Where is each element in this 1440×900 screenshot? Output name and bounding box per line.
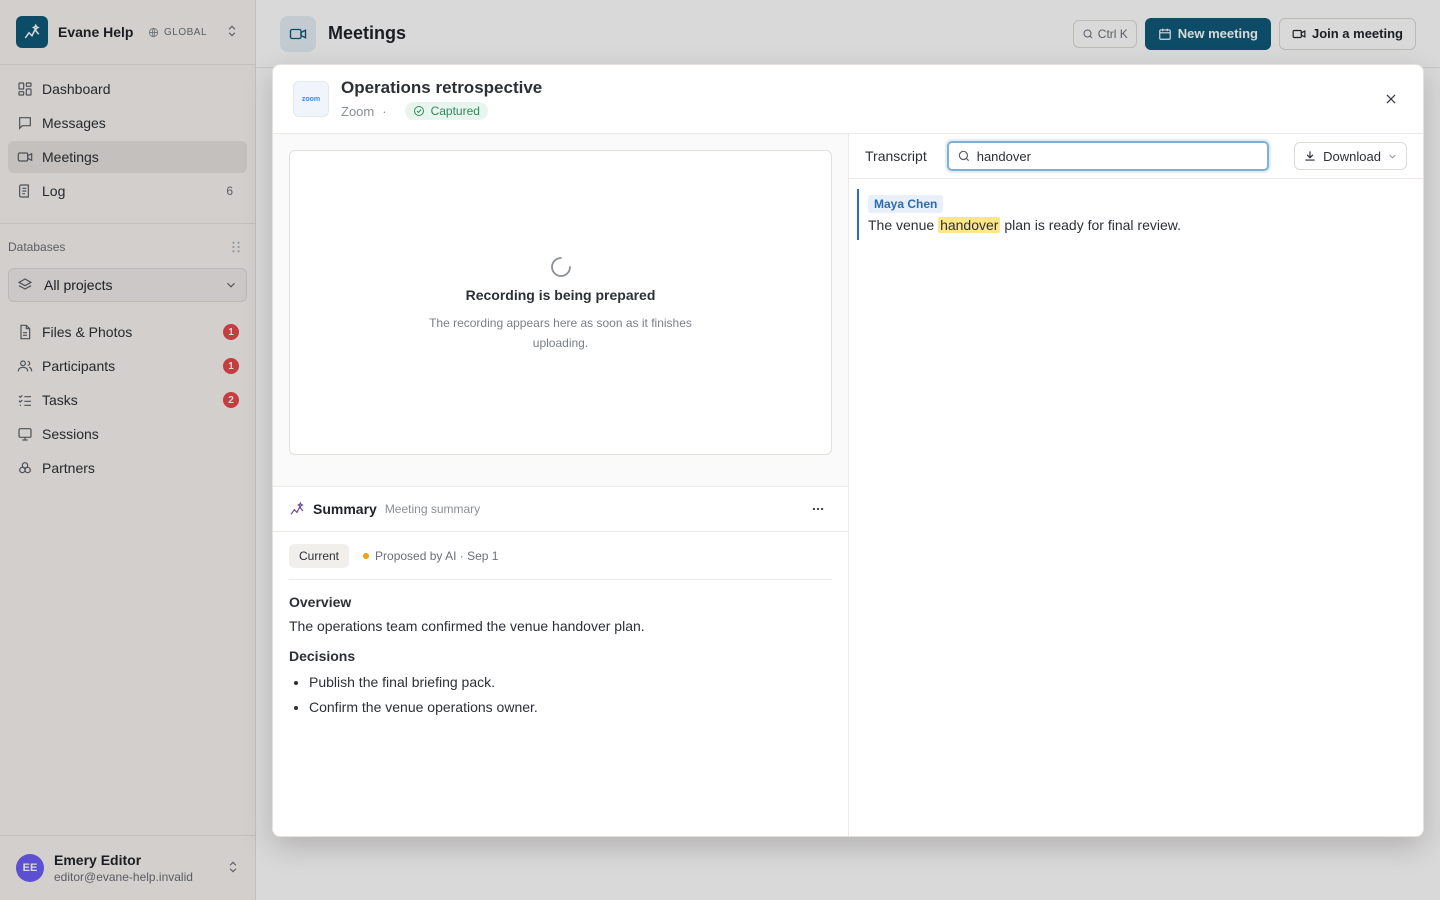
segment-text-before: The venue — [868, 217, 935, 233]
recording-title: Recording is being prepared — [465, 287, 656, 303]
dialog-title-group: Operations retrospective Zoom · Captured — [341, 78, 542, 120]
dialog-subtitle: Zoom · Captured — [341, 102, 542, 120]
dialog-header: zoom Operations retrospective Zoom · Cap… — [273, 65, 1423, 134]
search-icon — [958, 150, 969, 162]
provider-name: Zoom — [341, 103, 375, 119]
zoom-logo: zoom — [293, 81, 329, 117]
transcript-title: Transcript — [865, 148, 927, 164]
chevron-down-icon — [1389, 154, 1396, 159]
download-label: Download — [1323, 148, 1381, 164]
decisions-heading: Decisions — [289, 648, 356, 664]
segment-text-after: plan is ready for final review. — [1004, 217, 1181, 233]
transcript-panel: Transcript Download Maya Chen The venue … — [849, 134, 1423, 836]
close-icon[interactable] — [1379, 87, 1403, 111]
segment-text: The venue handover plan is ready for fin… — [868, 217, 1405, 233]
list-item: Confirm the venue operations owner. — [309, 695, 832, 720]
more-horizontal-icon[interactable] — [804, 502, 832, 516]
separator: · — [382, 103, 387, 119]
decisions-list: Publish the final briefing pack. Confirm… — [289, 670, 832, 720]
download-icon — [1305, 151, 1315, 161]
recording-placeholder: Recording is being prepared The recordin… — [289, 150, 832, 455]
recording-section: Recording is being prepared The recordin… — [273, 134, 848, 487]
search-highlight: handover — [938, 217, 1001, 233]
pending-dot-icon — [363, 553, 370, 559]
download-button[interactable]: Download — [1294, 142, 1407, 170]
transcript-segment[interactable]: Maya Chen The venue handover plan is rea… — [857, 189, 1415, 240]
check-circle-icon — [413, 106, 424, 116]
version-row: Current Proposed by AI · Sep 1 — [289, 544, 832, 580]
current-version-tab[interactable]: Current — [289, 544, 350, 568]
sparkle-icon — [290, 501, 304, 515]
summary-tag: Meeting summary — [384, 502, 481, 516]
dialog-body: Recording is being prepared The recordin… — [273, 134, 1423, 836]
meeting-detail-dialog: zoom Operations retrospective Zoom · Cap… — [272, 64, 1424, 837]
recording-description: The recording appears here as soon as it… — [429, 316, 692, 350]
summary-title: Summary — [313, 501, 377, 517]
transcript-header: Transcript Download — [849, 134, 1423, 179]
overview-heading: Overview — [289, 594, 352, 610]
dialog-title: Operations retrospective — [341, 78, 543, 97]
summary-body: Current Proposed by AI · Sep 1 Overview … — [273, 532, 848, 732]
list-item: Publish the final briefing pack. — [309, 670, 832, 695]
transcript-search-input[interactable] — [976, 148, 1257, 164]
overview-text: The operations team confirmed the venue … — [289, 618, 645, 634]
proposed-version-label: Proposed by AI · Sep 1 — [375, 549, 499, 563]
status-label: Captured — [430, 104, 480, 118]
status-badge: Captured — [404, 102, 488, 120]
spinner-icon — [550, 257, 571, 277]
summary-header: Summary Meeting summary — [273, 487, 848, 532]
transcript-search[interactable] — [946, 141, 1269, 171]
speaker-label[interactable]: Maya Chen — [868, 195, 944, 213]
proposed-version-tab[interactable]: Proposed by AI · Sep 1 — [363, 549, 498, 563]
left-panel: Recording is being prepared The recordin… — [273, 134, 849, 836]
